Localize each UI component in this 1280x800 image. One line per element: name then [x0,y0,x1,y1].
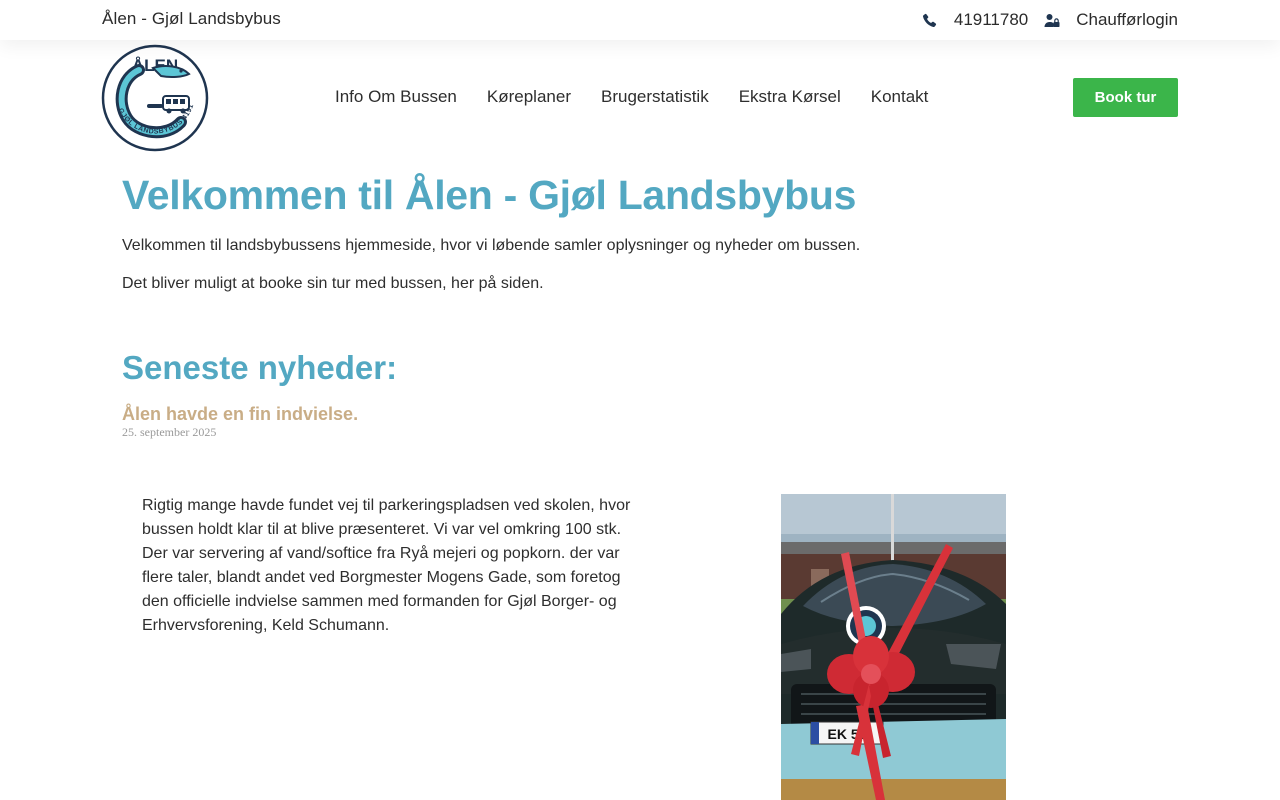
post-body: Rigtig mange havde fundet vej til parker… [142,497,631,634]
nav-item-brugerstatistik[interactable]: Brugerstatistik [586,85,724,109]
top-bar: Ålen - Gjøl Landsbybus 41911780 Chauffør… [0,0,1280,40]
intro-text: Velkommen til landsbybussens hjemmeside,… [122,237,861,254]
site-name: Ålen - Gjøl Landsbybus [102,9,281,28]
book-trip-button[interactable]: Book tur [1073,78,1178,117]
site-logo[interactable]: ÅLEN GJØL LANDSBYBUS 41911780 [99,39,209,152]
driver-login-link[interactable]: Chaufførlogin [1044,10,1178,30]
main-nav: Info Om Bussen Køreplaner Brugerstatisti… [320,85,943,109]
nav-item-kontakt[interactable]: Kontakt [856,85,944,109]
post-image-van-with-ribbon[interactable]: EK 56 [781,494,1006,800]
driver-login-label: Chaufførlogin [1076,10,1178,29]
news-heading: Seneste nyheder: [122,349,398,386]
booking-note: Det bliver muligt at booke sin tur med b… [122,275,544,292]
nav-item-koreplaner[interactable]: Køreplaner [472,85,586,109]
page-title: Velkommen til Ålen - Gjøl Landsbybus [122,172,857,218]
phone-link[interactable]: 41911780 [922,10,1028,30]
phone-number: 41911780 [953,10,1029,29]
nav-item-info-om-bussen[interactable]: Info Om Bussen [320,85,472,109]
user-lock-icon [1044,12,1060,28]
post-title-link[interactable]: Ålen havde en fin indvielse. [122,403,358,425]
main-header: ÅLEN GJØL LANDSBYBUS 41911780 Info Om Bu… [0,39,1280,158]
phone-icon [922,12,938,28]
post-date: 25. september 2025 [122,425,217,439]
nav-item-ekstra-korsel[interactable]: Ekstra Kørsel [724,85,856,109]
top-contact: 41911780 Chaufførlogin [922,8,1178,32]
